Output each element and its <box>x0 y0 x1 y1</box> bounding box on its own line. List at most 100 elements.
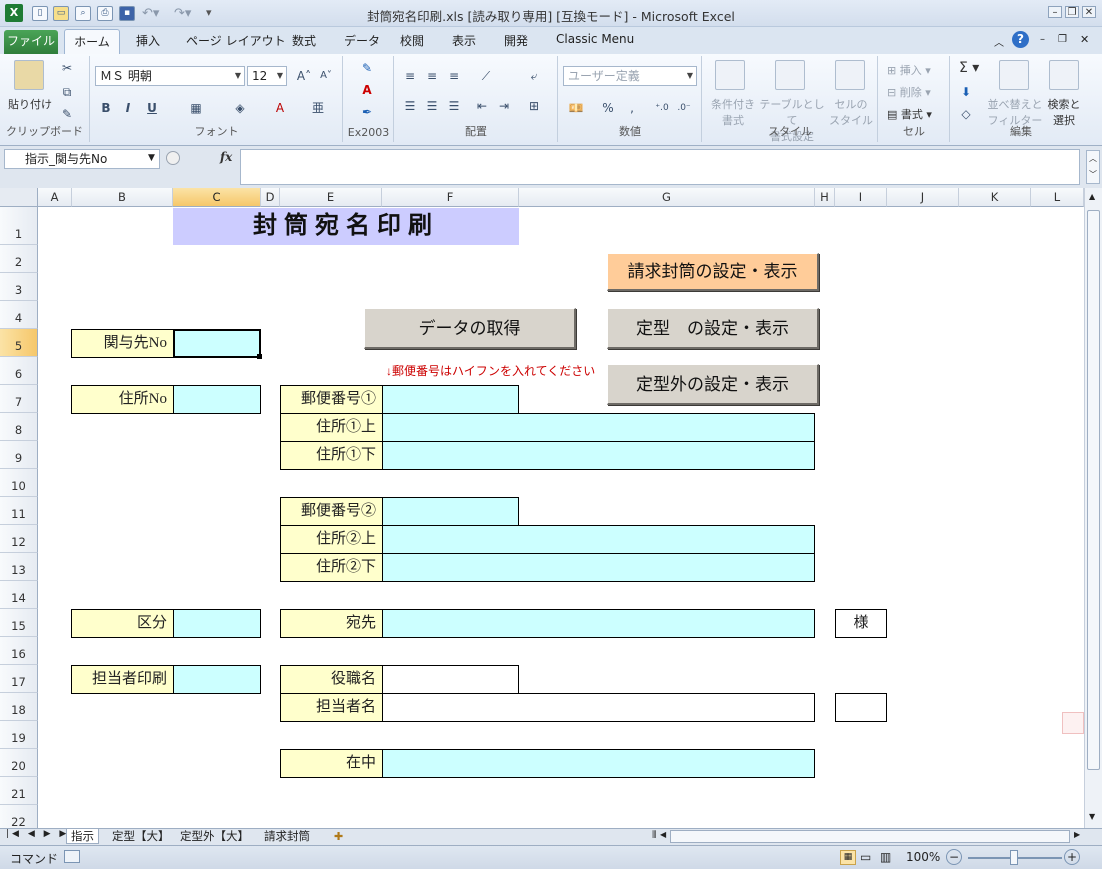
highlight-icon[interactable]: ✎ <box>358 60 376 76</box>
delete-button[interactable]: ⊟ 削除 ▾ <box>887 84 931 100</box>
zaichu-input[interactable] <box>382 749 815 778</box>
font-color-icon[interactable]: A <box>271 100 289 116</box>
column-header-k[interactable]: K <box>959 188 1031 207</box>
format-painter-icon[interactable]: ✎ <box>58 106 76 122</box>
bold-button[interactable]: B <box>97 100 115 116</box>
tab-developer[interactable]: 開発 <box>504 32 528 49</box>
row-header-4[interactable]: 4 <box>0 301 38 329</box>
merge-center-icon[interactable]: ⊞ <box>525 98 543 114</box>
horizontal-scrollbar[interactable] <box>670 830 1070 843</box>
tab-data[interactable]: データ <box>344 32 380 49</box>
row-header-16[interactable]: 16 <box>0 637 38 665</box>
cut-icon[interactable]: ✂ <box>58 60 76 76</box>
row-header-12[interactable]: 12 <box>0 525 38 553</box>
select-all-corner[interactable] <box>0 188 38 207</box>
jusho-no-input[interactable] <box>173 385 261 414</box>
column-header-i[interactable]: I <box>835 188 887 207</box>
kanyo-input[interactable] <box>173 329 261 358</box>
pen-icon[interactable]: ✒ <box>358 104 376 120</box>
name-box-dropdown-icon[interactable]: ▼ <box>148 153 155 163</box>
tanto-print-input[interactable] <box>173 665 261 694</box>
row-header-17[interactable]: 17 <box>0 665 38 693</box>
teikei-settings-button[interactable]: 定型 の設定・表示 <box>607 308 819 349</box>
sort-filter-icon[interactable] <box>999 60 1029 90</box>
tab-insert[interactable]: 挿入 <box>136 32 160 49</box>
copy-icon[interactable]: ⧉ <box>58 84 76 100</box>
zoom-in-icon[interactable]: + <box>1064 849 1080 865</box>
addr2-top-input[interactable] <box>382 525 815 554</box>
get-data-button[interactable]: データの取得 <box>364 308 576 349</box>
align-top-icon[interactable]: ≡ <box>401 68 419 84</box>
doc-minimize-icon[interactable]: – <box>1040 34 1045 45</box>
insert-button[interactable]: ⊞ 挿入 ▾ <box>887 62 931 78</box>
sheet-tab-teikei[interactable]: 定型【大】 <box>108 829 174 844</box>
phonetic-icon[interactable]: 亜 <box>309 100 327 116</box>
row-header-9[interactable]: 9 <box>0 441 38 469</box>
scroll-down-icon[interactable]: ▼ <box>1089 812 1095 821</box>
comma-button[interactable]: , <box>623 100 641 116</box>
vertical-scroll-thumb[interactable] <box>1087 210 1100 770</box>
column-header-a[interactable]: A <box>38 188 72 207</box>
italic-button[interactable]: I <box>119 100 137 116</box>
align-right-icon[interactable]: ☰ <box>445 98 463 114</box>
row-header-11[interactable]: 11 <box>0 497 38 525</box>
font-size-select[interactable]: 12 ▼ <box>247 66 287 86</box>
column-header-b[interactable]: B <box>72 188 173 207</box>
column-header-h[interactable]: H <box>815 188 835 207</box>
addr1-top-input[interactable] <box>382 413 815 442</box>
tab-home[interactable]: ホーム <box>64 29 120 55</box>
currency-icon[interactable]: 💴 <box>567 100 585 116</box>
number-format-select[interactable]: ユーザー定義 ▼ <box>563 66 697 86</box>
decrease-decimal-icon[interactable]: .0⁻ <box>675 100 693 116</box>
tab-split-handle[interactable]: ⦀ <box>652 830 656 841</box>
column-header-c[interactable]: C <box>173 188 261 207</box>
align-center-icon[interactable]: ☰ <box>423 98 441 114</box>
column-header-l[interactable]: L <box>1031 188 1084 207</box>
sheet-tab-teikeigai[interactable]: 定型外【大】 <box>176 829 253 844</box>
help-icon[interactable]: ? <box>1012 31 1029 48</box>
addr1-bottom-input[interactable] <box>382 441 815 470</box>
fill-icon[interactable]: ⬇ <box>957 84 975 100</box>
restore-icon[interactable]: ❐ <box>1065 6 1079 18</box>
font-name-select[interactable]: ＭＳ 明朝 ▼ <box>95 66 245 86</box>
row-header-15[interactable]: 15 <box>0 609 38 637</box>
format-button[interactable]: ▤ 書式 ▾ <box>887 106 932 122</box>
scroll-up-icon[interactable]: ▲ <box>1089 192 1095 201</box>
row-header-13[interactable]: 13 <box>0 553 38 581</box>
wrap-text-icon[interactable]: ⤶ <box>525 68 543 84</box>
page-break-view-icon[interactable]: ▥ <box>880 850 891 864</box>
tab-formulas[interactable]: 数式 <box>292 32 316 49</box>
insert-sheet-icon[interactable]: ✚ <box>334 830 343 843</box>
tab-file[interactable]: ファイル <box>4 30 58 54</box>
scroll-right-icon[interactable]: ▶ <box>1074 830 1080 839</box>
zoom-out-icon[interactable]: − <box>946 849 962 865</box>
zip2-input[interactable] <box>382 497 519 526</box>
atesaki-input[interactable] <box>382 609 815 638</box>
tab-view[interactable]: 表示 <box>452 32 476 49</box>
tab-classic-menu[interactable]: Classic Menu <box>556 32 634 46</box>
teikeigai-settings-button[interactable]: 定型外の設定・表示 <box>607 364 819 405</box>
zoom-slider-thumb[interactable] <box>1010 850 1018 865</box>
sheet-tab-shiji[interactable]: 指示 <box>66 829 99 844</box>
doc-close-icon[interactable]: ✕ <box>1080 33 1089 46</box>
grow-font-icon[interactable]: A˄ <box>295 68 313 84</box>
clear-icon[interactable]: ◇ <box>957 106 975 122</box>
row-header-10[interactable]: 10 <box>0 469 38 497</box>
percent-button[interactable]: % <box>599 100 617 116</box>
conditional-format-icon[interactable] <box>715 60 745 90</box>
underline-button[interactable]: U <box>143 100 161 116</box>
align-left-icon[interactable]: ☰ <box>401 98 419 114</box>
row-header-8[interactable]: 8 <box>0 413 38 441</box>
addr2-bottom-input[interactable] <box>382 553 815 582</box>
row-header-2[interactable]: 2 <box>0 245 38 273</box>
cell-styles-icon[interactable] <box>835 60 865 90</box>
align-middle-icon[interactable]: ≡ <box>423 68 441 84</box>
seikyu-settings-button[interactable]: 請求封筒の設定・表示 <box>607 253 819 291</box>
ribbon-collapse-icon[interactable]: ︿ <box>994 34 1004 49</box>
column-header-e[interactable]: E <box>280 188 382 207</box>
row-header-1[interactable]: 1 <box>0 207 38 245</box>
doc-restore-icon[interactable]: ❐ <box>1058 34 1067 45</box>
tab-review[interactable]: 校閲 <box>400 32 424 49</box>
paste-button[interactable]: 貼り付け <box>8 96 52 112</box>
row-header-19[interactable]: 19 <box>0 721 38 749</box>
